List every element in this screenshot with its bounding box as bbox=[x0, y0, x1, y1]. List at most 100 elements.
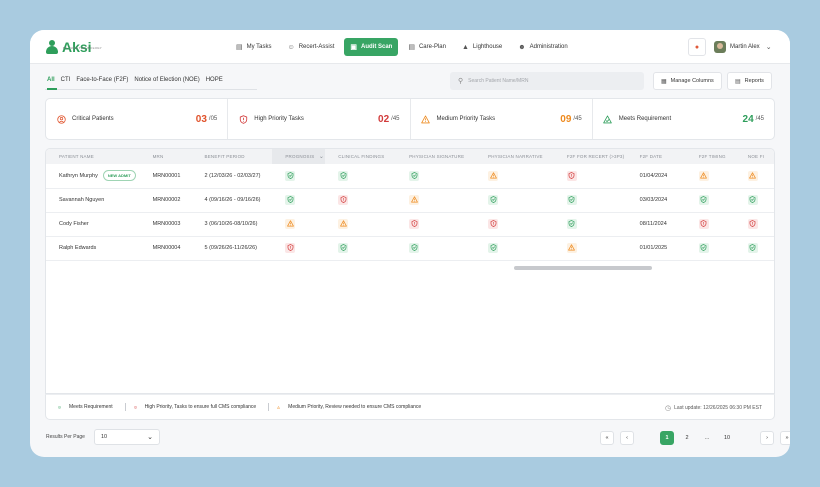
benefit-period-cell: 2 (12/03/26 - 02/03/27) bbox=[191, 164, 273, 189]
shield-alert-icon bbox=[133, 404, 141, 411]
last-page-button[interactable]: » bbox=[780, 430, 790, 445]
table-row[interactable]: Cody Fisher MRN00003 3 (06/10/26-08/10/26)… bbox=[46, 212, 774, 237]
table-row[interactable]: Ralph Edwards MRN00004 5 (09/26/26-11/26/2… bbox=[46, 236, 774, 261]
warning-icon[interactable] bbox=[566, 242, 577, 253]
results-per-page-select[interactable]: 10 ⌄ bbox=[94, 429, 160, 445]
next-page-button[interactable]: › bbox=[760, 430, 774, 445]
search-box[interactable]: ⚲ bbox=[450, 72, 644, 90]
shield-check-icon[interactable] bbox=[747, 242, 758, 253]
nav-administration[interactable]: ☻ Administration bbox=[512, 38, 573, 56]
warning-icon[interactable] bbox=[338, 218, 349, 229]
col-physician-narrative[interactable]: PHYSICIAN NARRATIVE bbox=[475, 149, 554, 164]
nav-care-plan[interactable]: ▤ Care-Plan bbox=[402, 38, 452, 56]
patient-name[interactable]: Cody Fisher bbox=[59, 221, 89, 227]
warning-icon[interactable] bbox=[285, 218, 296, 229]
benefit-period-cell: 5 (09/26/26-11/26/26) bbox=[191, 236, 273, 261]
status-cell bbox=[272, 212, 326, 237]
shield-check-icon[interactable] bbox=[488, 194, 498, 205]
patient-name[interactable]: Kathryn Murphy bbox=[59, 173, 98, 179]
col-prognosis[interactable]: PROGNOSIS ⌄ bbox=[272, 149, 326, 164]
shield-check-icon[interactable] bbox=[285, 170, 296, 181]
benefit-period-cell: 4 (09/16/26 - 09/16/26) bbox=[191, 188, 273, 213]
col-patient-name[interactable]: PATIENT NAME bbox=[46, 149, 140, 164]
shield-check-icon[interactable] bbox=[488, 242, 498, 253]
legend-meets: Meets Requirement bbox=[58, 404, 113, 411]
notification-button[interactable]: ● bbox=[688, 38, 706, 56]
manage-columns-button[interactable]: ▦ Manage Columns bbox=[653, 72, 722, 90]
col-f2f-recert[interactable]: F2F FOR RECERT (>3P3) bbox=[553, 149, 627, 164]
stat-total: /05 bbox=[208, 116, 218, 122]
prev-page-button[interactable]: ‹ bbox=[620, 430, 634, 445]
nav-recert-assist[interactable]: ☺ Recert-Assist bbox=[282, 38, 341, 56]
nav-my-tasks[interactable]: ▤ My Tasks bbox=[230, 38, 278, 56]
status-cell bbox=[325, 236, 397, 261]
patient-name[interactable]: Ralph Edwards bbox=[59, 245, 96, 251]
shield-check-icon[interactable] bbox=[566, 218, 577, 229]
tab-all[interactable]: All bbox=[47, 77, 55, 87]
shield-check-icon[interactable] bbox=[698, 242, 709, 253]
warning-icon[interactable] bbox=[409, 194, 420, 205]
nav-lighthouse[interactable]: ▲ Lighthouse bbox=[456, 38, 508, 56]
tab-noe[interactable]: Notice of Election (NOE) bbox=[134, 77, 199, 87]
stat-label: High Priority Tasks bbox=[254, 116, 304, 122]
legend-separator bbox=[124, 403, 126, 411]
nav-audit-scan[interactable]: ▣ Audit Scan bbox=[344, 38, 399, 56]
shield-alert-icon[interactable] bbox=[488, 218, 498, 229]
col-f2f-timing[interactable]: F2F TIMING bbox=[685, 149, 735, 164]
status-cell bbox=[475, 212, 554, 237]
table-row[interactable]: Kathryn Murphy NEW ADMIT MRN00001 2 (12/03/… bbox=[46, 164, 774, 189]
tab-hope[interactable]: HOPE bbox=[206, 77, 223, 87]
col-mrn[interactable]: MRN bbox=[139, 149, 192, 164]
shield-alert-icon[interactable] bbox=[338, 194, 349, 205]
stat-critical-patients[interactable]: Critical Patients 03 /05 bbox=[46, 99, 229, 139]
patient-name[interactable]: Savannah Nguyen bbox=[59, 197, 104, 203]
clock-icon: ◷ bbox=[665, 405, 672, 412]
shield-alert-icon[interactable] bbox=[566, 170, 577, 181]
col-clinical-findings[interactable]: CLINICAL FINDINGS bbox=[325, 149, 397, 164]
shield-alert-icon[interactable] bbox=[409, 218, 420, 229]
first-page-button[interactable]: « bbox=[600, 430, 614, 445]
stat-high-priority[interactable]: High Priority Tasks 02 /45 bbox=[228, 99, 411, 139]
shield-alert-icon[interactable] bbox=[285, 242, 296, 253]
col-f2f-date[interactable]: F2F DATE bbox=[626, 149, 686, 164]
stat-medium-priority[interactable]: Medium Priority Tasks 09 /45 bbox=[411, 99, 593, 139]
horizontal-scrollbar[interactable] bbox=[514, 266, 652, 270]
search-input[interactable] bbox=[468, 78, 629, 84]
shield-check-icon[interactable] bbox=[338, 242, 349, 253]
shield-check-icon[interactable] bbox=[698, 194, 709, 205]
stat-total: /45 bbox=[573, 116, 582, 122]
col-benefit-period[interactable]: BENEFIT PERIOD bbox=[191, 149, 273, 164]
shield-alert-icon[interactable] bbox=[698, 218, 709, 229]
f2f-date-cell: 08/11/2024 bbox=[626, 212, 686, 237]
warning-icon[interactable] bbox=[698, 170, 709, 181]
shield-alert-icon[interactable] bbox=[747, 218, 758, 229]
chevron-down-icon: ⌄ bbox=[147, 434, 153, 441]
stat-label: Medium Priority Tasks bbox=[436, 116, 496, 122]
warning-icon[interactable] bbox=[747, 170, 758, 181]
status-cell bbox=[272, 188, 326, 213]
shield-check-icon[interactable] bbox=[409, 242, 420, 253]
page-1[interactable]: 1 bbox=[660, 430, 674, 445]
status-cell bbox=[734, 164, 774, 189]
pagination: « ‹ 1 2 ... 10 › » bbox=[600, 430, 790, 445]
shield-check-icon[interactable] bbox=[409, 170, 420, 181]
user-menu[interactable]: Martin Alex ⌄ bbox=[714, 37, 772, 57]
shield-check-icon[interactable] bbox=[285, 194, 296, 205]
shield-check-icon[interactable] bbox=[566, 194, 577, 205]
stat-label: Meets Requirement bbox=[618, 116, 672, 122]
tab-f2f[interactable]: Face-to-Face (F2F) bbox=[76, 77, 128, 87]
reports-button[interactable]: ▤ Reports bbox=[727, 72, 772, 90]
warning-icon[interactable] bbox=[488, 170, 498, 181]
shield-check-icon[interactable] bbox=[338, 170, 349, 181]
page-10[interactable]: 10 bbox=[720, 431, 734, 445]
stat-meets-requirement[interactable]: Meets Requirement 24 /45 bbox=[593, 99, 774, 139]
col-noe[interactable]: NOE FI bbox=[734, 149, 774, 164]
table-row[interactable]: Savannah Nguyen MRN00002 4 (09/16/26 - 09/… bbox=[46, 188, 774, 213]
legend-high: High Priority, Tasks to ensure full CMS … bbox=[133, 404, 256, 411]
status-cell bbox=[325, 188, 397, 213]
page-2[interactable]: 2 bbox=[680, 431, 694, 445]
tab-cti[interactable]: CTI bbox=[61, 77, 71, 87]
shield-check-icon[interactable] bbox=[747, 194, 758, 205]
brand-subtitle: BY NUBO TECHNOLOGY bbox=[63, 46, 102, 50]
col-physician-signature[interactable]: PHYSICIAN SIGNATURE bbox=[396, 149, 475, 164]
